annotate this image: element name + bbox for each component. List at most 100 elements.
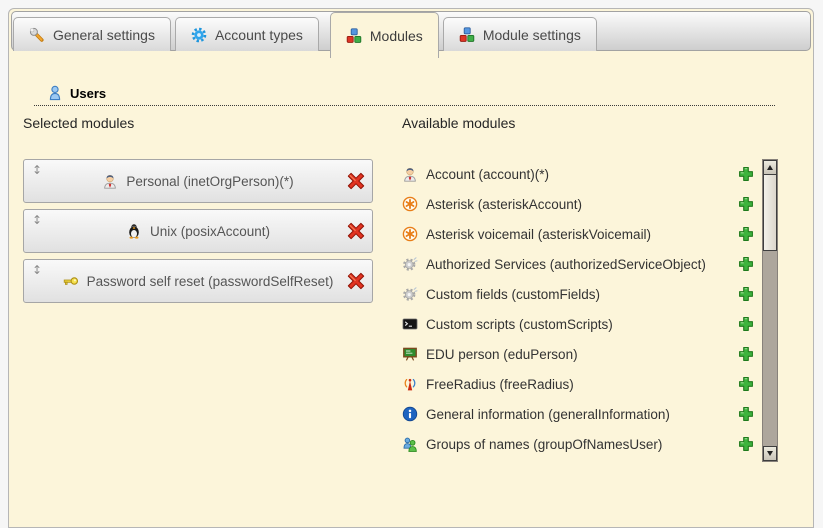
terminal-icon [402, 316, 418, 332]
available-module-row: Account (account)(*) [402, 159, 754, 189]
gear-gray-icon [402, 286, 418, 302]
remove-module-button[interactable] [347, 172, 365, 190]
module-label: Custom fields (customFields) [426, 287, 600, 302]
available-module-row: Asterisk (asteriskAccount) [402, 189, 754, 219]
asterisk-icon [402, 196, 418, 212]
info-icon [402, 406, 418, 422]
module-label: FreeRadius (freeRadius) [426, 377, 574, 392]
radius-icon [402, 376, 418, 392]
gear-gray-icon [402, 256, 418, 272]
key-icon [63, 273, 79, 289]
available-module-row: General information (generalInformation) [402, 399, 754, 429]
tab-label: Module settings [483, 27, 581, 43]
scrollbar [762, 159, 778, 462]
available-module-row: EDU person (eduPerson) [402, 339, 754, 369]
x-icon [347, 222, 365, 240]
person-icon [402, 166, 418, 182]
module-entry: Password self reset (passwordSelfReset) [63, 273, 334, 289]
module-label: Authorized Services (authorizedServiceOb… [426, 257, 706, 272]
x-icon [347, 272, 365, 290]
tab-bar: General settings Account types Modules Modu… [11, 11, 811, 51]
plus-icon [738, 286, 754, 302]
tab-module-settings[interactable]: Module settings [443, 17, 597, 51]
tab-account-types[interactable]: Account types [175, 17, 319, 51]
tux-icon [126, 223, 142, 239]
available-modules-column: Available modules Account (account)(*) As… [402, 115, 778, 462]
selected-module-row[interactable]: ↕ Unix (posixAccount) [23, 209, 373, 253]
add-module-button[interactable] [738, 166, 754, 182]
add-module-button[interactable] [738, 436, 754, 452]
section-users-heading: Users [34, 85, 775, 106]
gear-blue-icon [191, 27, 207, 43]
module-columns: Selected modules ↕ Personal (inetOrgPerso… [23, 115, 799, 462]
selected-module-row[interactable]: ↕ Personal (inetOrgPerson)(*) [23, 159, 373, 203]
wrench-icon [29, 27, 45, 43]
selected-modules-column: Selected modules ↕ Personal (inetOrgPerso… [23, 115, 373, 462]
available-modules-label: Available modules [402, 115, 778, 131]
available-modules-list: Account (account)(*) Asterisk (asteriskAc… [402, 159, 754, 462]
modules-icon [346, 28, 362, 44]
drag-handle[interactable]: ↕ [32, 214, 42, 226]
selected-modules-list: ↕ Personal (inetOrgPerson)(*) ↕ Unix (posix… [23, 159, 373, 303]
tab-label: Account types [215, 27, 303, 43]
triangle-up-icon [767, 165, 773, 170]
remove-module-button[interactable] [347, 222, 365, 240]
plus-icon [738, 376, 754, 392]
board-icon [402, 346, 418, 362]
add-module-button[interactable] [738, 196, 754, 212]
plus-icon [738, 346, 754, 362]
selected-module-row[interactable]: ↕ Password self reset (passwordSelfReset) [23, 259, 373, 303]
asterisk-icon [402, 226, 418, 242]
available-module-row: Custom scripts (customScripts) [402, 309, 754, 339]
module-label: Account (account)(*) [426, 167, 549, 182]
module-label: General information (generalInformation) [426, 407, 670, 422]
add-module-button[interactable] [738, 346, 754, 362]
module-label: Asterisk voicemail (asteriskVoicemail) [426, 227, 651, 242]
scroll-thumb[interactable] [763, 175, 777, 251]
available-module-row: Asterisk voicemail (asteriskVoicemail) [402, 219, 754, 249]
plus-icon [738, 256, 754, 272]
scroll-track[interactable] [763, 251, 777, 446]
add-module-button[interactable] [738, 226, 754, 242]
x-icon [347, 172, 365, 190]
triangle-down-icon [767, 451, 773, 456]
module-label: EDU person (eduPerson) [426, 347, 578, 362]
plus-icon [738, 166, 754, 182]
available-module-row: Custom fields (customFields) [402, 279, 754, 309]
tab-label: Modules [370, 28, 423, 44]
plus-icon [738, 316, 754, 332]
drag-handle[interactable]: ↕ [32, 264, 42, 276]
tab-general-settings[interactable]: General settings [13, 17, 171, 51]
add-module-button[interactable] [738, 376, 754, 392]
module-label: Unix (posixAccount) [150, 224, 270, 239]
add-module-button[interactable] [738, 316, 754, 332]
drag-handle[interactable]: ↕ [32, 164, 42, 176]
plus-icon [738, 226, 754, 242]
plus-icon [738, 406, 754, 422]
module-label: Groups of names (groupOfNamesUser) [426, 437, 662, 452]
module-label: Custom scripts (customScripts) [426, 317, 613, 332]
module-label: Password self reset (passwordSelfReset) [87, 274, 334, 289]
selected-modules-label: Selected modules [23, 115, 373, 131]
add-module-button[interactable] [738, 406, 754, 422]
module-label: Personal (inetOrgPerson)(*) [126, 174, 293, 189]
config-widget: General settings Account types Modules Modu… [8, 8, 814, 528]
add-module-button[interactable] [738, 286, 754, 302]
scroll-up-button[interactable] [763, 160, 777, 175]
available-module-row: FreeRadius (freeRadius) [402, 369, 754, 399]
modules-panel: Users Selected modules ↕ Personal (inetOr… [9, 85, 813, 462]
tab-label: General settings [53, 27, 155, 43]
module-entry: Unix (posixAccount) [126, 223, 270, 239]
available-module-row: Authorized Services (authorizedServiceOb… [402, 249, 754, 279]
group-icon [402, 436, 418, 452]
plus-icon [738, 196, 754, 212]
available-module-row: Groups of names (groupOfNamesUser) [402, 429, 754, 459]
remove-module-button[interactable] [347, 272, 365, 290]
plus-icon [738, 436, 754, 452]
section-title: Users [70, 86, 106, 101]
scroll-down-button[interactable] [763, 446, 777, 461]
tab-modules[interactable]: Modules [330, 12, 439, 58]
module-label: Asterisk (asteriskAccount) [426, 197, 582, 212]
person-icon [102, 173, 118, 189]
add-module-button[interactable] [738, 256, 754, 272]
